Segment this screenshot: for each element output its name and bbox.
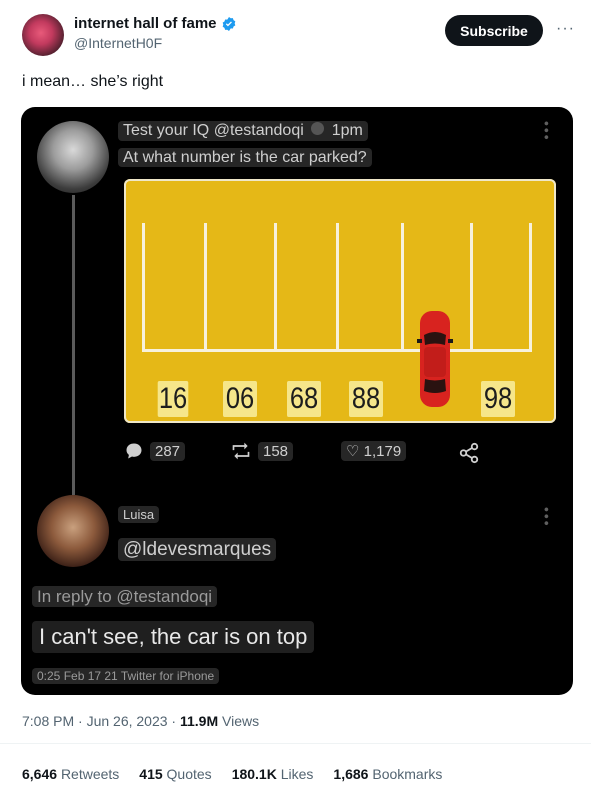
- quotes-stat[interactable]: 415 Quotes: [139, 766, 211, 782]
- author-avatar[interactable]: [22, 14, 64, 56]
- parking-number: 98: [481, 381, 515, 417]
- parking-number: 16: [157, 381, 189, 417]
- reply-menu-icon: •••: [539, 507, 555, 528]
- divider: [0, 743, 591, 744]
- parking-line: [529, 223, 532, 351]
- quiz-replies: 287: [124, 441, 186, 461]
- quiz-likes: ♡ 1,179: [341, 441, 407, 461]
- thread-line: [72, 195, 75, 495]
- quiz-author-avatar: [37, 121, 109, 193]
- quiz-question: At what number is the car parked?: [118, 148, 372, 167]
- views-count: 11.9M: [179, 713, 219, 729]
- parking-line: [274, 223, 277, 351]
- likes-stat[interactable]: 180.1K Likes: [232, 766, 314, 782]
- reply-author-avatar: [37, 495, 109, 567]
- parking-baseline: [142, 349, 532, 352]
- quiz-retweets: 158: [230, 441, 294, 461]
- verified-badge-icon: [222, 16, 235, 31]
- reply-meta: 0:25 Feb 17 21 Twitter for iPhone: [32, 668, 220, 684]
- parking-line: [142, 223, 145, 351]
- status-dot-icon: [311, 122, 325, 135]
- more-options-icon[interactable]: ···: [556, 20, 575, 38]
- share-icon: [459, 442, 479, 464]
- reply-text: I can't see, the car is on top: [32, 621, 315, 653]
- in-reply-to: In reply to @testandoqi: [32, 586, 218, 607]
- author-name[interactable]: internet hall of fame: [74, 15, 217, 32]
- retweet-icon: [232, 442, 250, 460]
- engagement-stats: 6,646 Retweets 415 Quotes 180.1K Likes 1…: [22, 766, 442, 782]
- quiz-title: Test your IQ @testandoqi 1pm: [118, 121, 368, 141]
- parking-number: 68: [287, 381, 321, 417]
- reply-author-handle: @ldevesmarques: [118, 538, 277, 561]
- quiz-header: Test your IQ @testandoqi 1pm: [118, 121, 368, 141]
- parking-line: [401, 223, 404, 351]
- tweet-timestamp[interactable]: 7:08 PM · Jun 26, 2023 ·: [22, 713, 176, 729]
- reply-author-name: Luisa: [118, 506, 160, 523]
- retweets-stat[interactable]: 6,646 Retweets: [22, 766, 119, 782]
- views-label: Views: [222, 713, 260, 729]
- author-handle[interactable]: @InternetH0F: [74, 35, 162, 51]
- parking-puzzle-image: 16 06 68 88 98: [124, 179, 556, 423]
- subscribe-button[interactable]: Subscribe: [445, 15, 543, 46]
- tweet-text: i mean… she’s right: [22, 73, 164, 90]
- parking-line: [204, 223, 207, 351]
- tweet-timestamp-row: 7:08 PM · Jun 26, 2023 · 11.9M Views: [22, 713, 259, 729]
- heart-icon: ♡: [346, 443, 360, 460]
- author-name-row[interactable]: internet hall of fame: [74, 15, 237, 32]
- tweet-media[interactable]: Test your IQ @testandoqi 1pm At what num…: [21, 107, 573, 695]
- quiz-menu-icon: •••: [539, 121, 555, 142]
- bookmarks-stat[interactable]: 1,686 Bookmarks: [333, 766, 442, 782]
- reply-icon: [126, 443, 142, 459]
- parking-number: 06: [223, 381, 257, 417]
- parking-line: [470, 223, 473, 351]
- parking-line: [336, 223, 339, 351]
- parking-number: 88: [349, 381, 383, 417]
- red-car-icon: [417, 311, 453, 407]
